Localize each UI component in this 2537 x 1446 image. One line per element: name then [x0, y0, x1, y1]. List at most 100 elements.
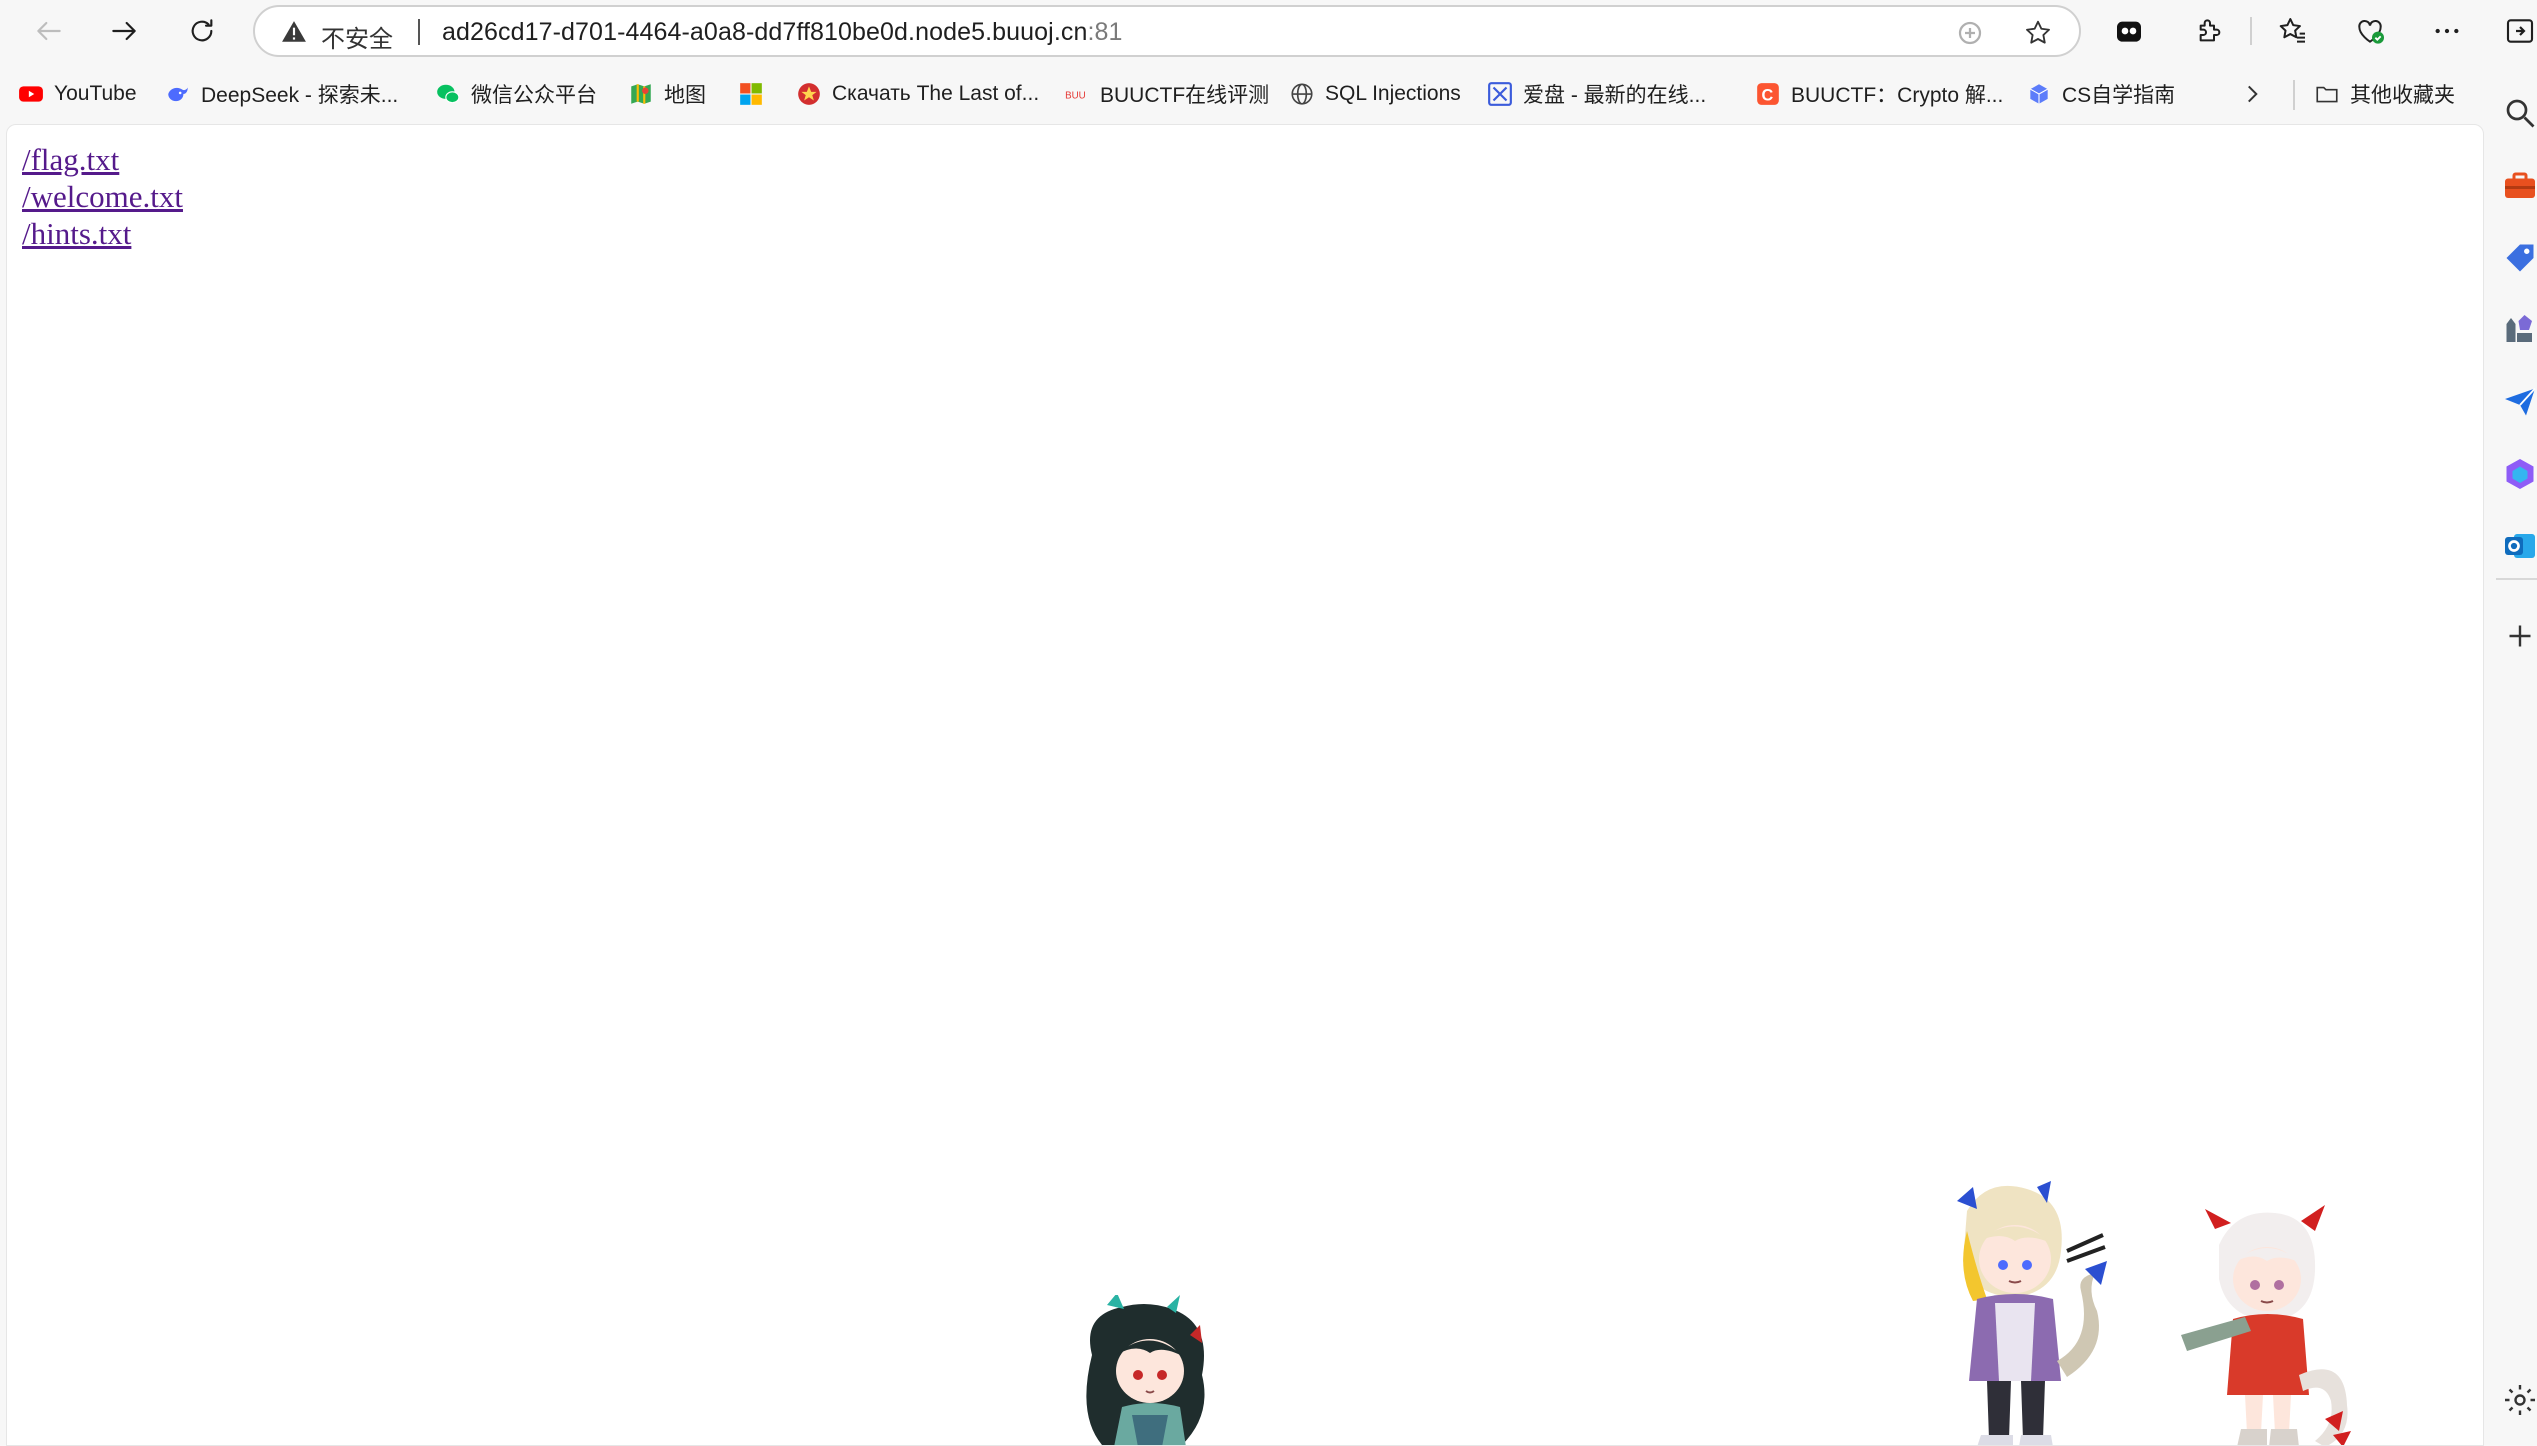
address-bar[interactable]: 不安全 ad26cd17-d701-4464-a0a8-dd7ff810be0d… [253, 5, 2081, 57]
star-icon [2026, 20, 2050, 44]
outlook-icon [2505, 534, 2535, 558]
url-host: ad26cd17-d701-4464-a0a8-dd7ff810be0d.nod… [442, 18, 1088, 46]
bookmarks-bar: YouTube DeepSeek - 探索未... 微信公众平台 地图 Скач… [0, 72, 2537, 116]
reload-button[interactable] [181, 10, 223, 52]
sidebar-settings-button[interactable] [2502, 1382, 2537, 1418]
bookmark-label: YouTube [54, 82, 137, 105]
bookmark-cs-guide[interactable]: CS自学指南 [2026, 76, 2175, 112]
favorites-icon [2279, 18, 2305, 43]
sidebar-toggle-icon [2506, 19, 2533, 43]
puzzle-icon [2199, 19, 2221, 42]
microsoft-icon [738, 81, 764, 107]
sidebar-add-button[interactable] [2502, 618, 2537, 654]
extensions-button[interactable] [2191, 12, 2229, 50]
more-icon [2435, 28, 2459, 34]
mascot-blonde-hair[interactable] [1917, 1181, 2113, 1446]
bookmark-label: CS自学指南 [2062, 84, 2176, 107]
bookmark-label: 其他收藏夹 [2350, 84, 2455, 107]
tag-icon [2506, 244, 2534, 272]
browser-toolbar: 不安全 ad26cd17-d701-4464-a0a8-dd7ff810be0d… [0, 0, 2537, 62]
browser-essentials-icon [2358, 19, 2384, 44]
bookmark-sql-injections[interactable]: SQL Injections [1289, 76, 1461, 112]
arrow-right-icon [112, 21, 136, 41]
bookmark-label: 爱盘 - 最新的在线... [1523, 84, 1707, 107]
browser-essentials-button[interactable] [2351, 12, 2389, 50]
add-icon [2509, 625, 2531, 647]
toolbar-divider [2250, 17, 2252, 45]
bookmark-buuctf[interactable]: BUU BUUCTF在线评测 [1064, 76, 1269, 112]
sidebar-outlook-button[interactable] [2502, 528, 2537, 564]
security-status-label[interactable]: 不安全 [321, 19, 393, 54]
globe-icon [1289, 81, 1315, 107]
settings-more-button[interactable] [2428, 12, 2466, 50]
sidebar-shopping-button[interactable] [2502, 240, 2537, 276]
bookmark-csdn-crypto[interactable]: C BUUCTF：Crypto 解... [1755, 76, 2003, 112]
link-hints-txt[interactable]: /hints.txt [22, 215, 183, 252]
chevron-right-icon [2248, 85, 2258, 103]
arrow-left-icon [37, 21, 61, 41]
settings-icon [2505, 1385, 2535, 1415]
bookmark-wechat[interactable]: 微信公众平台 [435, 76, 597, 112]
address-divider [418, 19, 420, 45]
link-welcome-txt[interactable]: /welcome.txt [22, 178, 183, 215]
warning-icon[interactable] [281, 19, 307, 45]
bookmarks-divider [2293, 80, 2295, 110]
youtube-icon [18, 81, 44, 107]
search-icon [2506, 99, 2535, 128]
edge-sidebar [2484, 62, 2537, 1446]
games-icon [2506, 315, 2532, 342]
bookmark-label: DeepSeek - 探索未... [201, 84, 399, 107]
aipan-icon [1487, 81, 1513, 107]
extension-ghost-icon [2117, 21, 2141, 42]
bookmark-maps[interactable]: 地图 [628, 76, 706, 112]
maps-icon [628, 81, 654, 107]
bookmark-label: Скачать The Last of... [832, 82, 1040, 105]
toolbox-icon [2505, 172, 2535, 198]
reload-icon [191, 19, 213, 42]
bookmark-aipan[interactable]: 爱盘 - 最新的在线... [1487, 76, 1706, 112]
extension-ghost-button[interactable] [2110, 12, 2148, 50]
sidebar-search-button[interactable] [2502, 95, 2537, 131]
bookmark-label: 微信公众平台 [471, 84, 597, 107]
favorite-star-button[interactable] [2022, 17, 2054, 49]
deepseek-icon [165, 81, 191, 107]
bookmark-deepseek[interactable]: DeepSeek - 探索未... [165, 76, 398, 112]
sidebar-tools-button[interactable] [2502, 168, 2537, 204]
page-content: /flag.txt /welcome.txt /hints.txt [6, 124, 2484, 1446]
send-icon [2505, 387, 2536, 416]
mascot-white-hair[interactable] [2175, 1205, 2361, 1446]
directory-listing: /flag.txt /welcome.txt /hints.txt [22, 141, 183, 252]
favorites-button[interactable] [2274, 12, 2312, 50]
forward-button[interactable] [103, 10, 145, 52]
bookmark-last-of-us[interactable]: Скачать The Last of... [796, 76, 1039, 112]
folder-icon [2314, 81, 2340, 107]
mascot-dark-hair[interactable] [1062, 1295, 1232, 1446]
sidebar-divider [2496, 578, 2537, 580]
bookmark-youtube[interactable]: YouTube [18, 76, 137, 112]
link-flag-txt[interactable]: /flag.txt [22, 141, 183, 178]
browser-window: 不安全 ad26cd17-d701-4464-a0a8-dd7ff810be0d… [0, 0, 2537, 1446]
translate-button[interactable] [1954, 17, 1986, 49]
bookmark-label: 地图 [664, 84, 706, 107]
back-button[interactable] [28, 10, 70, 52]
copilot-icon [2506, 459, 2534, 489]
game-site-icon [796, 81, 822, 107]
url-text[interactable]: ad26cd17-d701-4464-a0a8-dd7ff810be0d.nod… [442, 18, 1123, 47]
bookmark-label: BUUCTF：Crypto 解... [1791, 84, 2004, 107]
sidebar-drop-button[interactable] [2502, 384, 2537, 420]
svg-text:BUU: BUU [1065, 90, 1086, 101]
bookmark-microsoft[interactable] [738, 76, 774, 112]
translate-icon [1958, 21, 1982, 45]
bookmark-label: BUUCTF在线评测 [1100, 84, 1270, 107]
svg-text:C: C [1762, 87, 1774, 105]
bookmarks-overflow-button[interactable] [2234, 76, 2270, 112]
bookmark-other-favorites[interactable]: 其他收藏夹 [2314, 76, 2455, 112]
url-port: :81 [1087, 18, 1123, 46]
csdn-icon: C [1755, 81, 1781, 107]
cube-icon [2026, 81, 2052, 107]
sidebar-toggle-button[interactable] [2502, 12, 2537, 50]
bookmark-label: SQL Injections [1325, 82, 1461, 105]
sidebar-copilot-button[interactable] [2502, 456, 2537, 492]
wechat-icon [435, 81, 461, 107]
sidebar-games-button[interactable] [2502, 312, 2537, 348]
